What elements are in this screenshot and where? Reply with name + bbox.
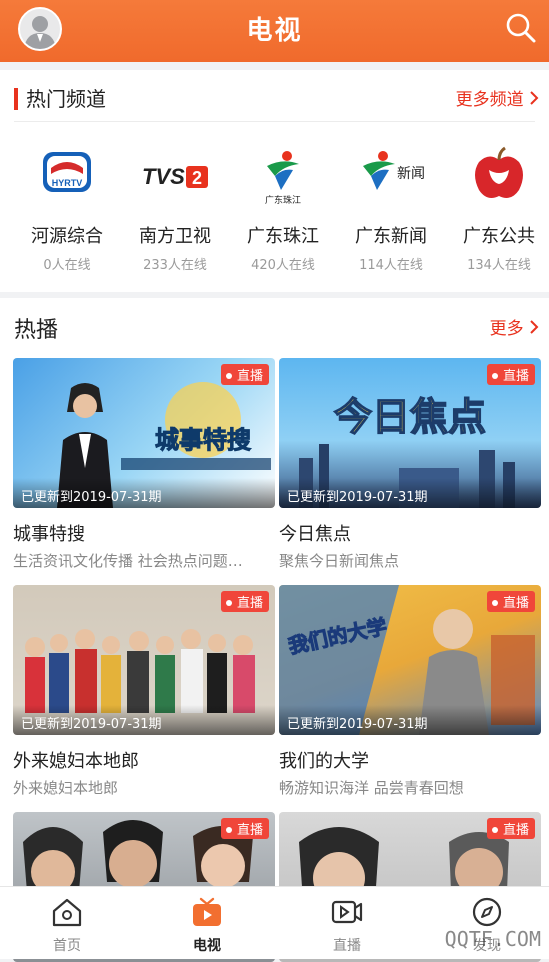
search-button[interactable] xyxy=(505,12,537,44)
svg-text:新闻: 新闻 xyxy=(397,166,425,182)
page-title: 电视 xyxy=(246,16,303,46)
tab-home[interactable]: 首页 xyxy=(17,895,117,955)
channel-name: 广东珠江 xyxy=(247,226,319,247)
hot-channels-card: 热门频道 更多频道 HYRTV 河源综合 0人在线 TVS 2 南方卫视 233… xyxy=(0,70,549,292)
live-badge: 直播 xyxy=(486,591,535,612)
channel-viewers: 0人在线 xyxy=(43,258,91,273)
channel-name: 南方卫视 xyxy=(139,226,211,247)
live-dot-icon xyxy=(491,600,498,606)
tv-icon xyxy=(190,895,224,929)
tab-live[interactable]: 直播 xyxy=(297,895,397,955)
tvs2-logo-icon: TVS 2 xyxy=(142,146,208,206)
search-icon xyxy=(506,13,536,43)
live-dot-icon xyxy=(225,373,232,379)
gdtv-news-logo-icon: 新闻 xyxy=(361,146,425,206)
channel-name: 河源综合 xyxy=(31,226,103,247)
apple-logo-icon xyxy=(469,146,529,206)
divider xyxy=(14,121,535,122)
program-card-waili[interactable]: 直播 已更新到2019-07-31期 外来媳妇本地郎 外来媳妇本地郎 xyxy=(13,585,275,798)
channel-viewers: 420人在线 xyxy=(251,258,315,273)
program-thumbnail: 城事特搜 直播 已更新到2019-07-31期 xyxy=(13,358,275,508)
live-dot-icon xyxy=(225,600,232,606)
program-desc: 生活资讯文化传播 社会热点问题… xyxy=(13,552,243,570)
program-title: 我们的大学 xyxy=(279,751,369,772)
live-badge: 直播 xyxy=(220,591,269,612)
bottom-tab-bar: 首页 电视 直播 发现 QQTF.COM xyxy=(0,886,549,959)
hot-channels-title: 热门频道 xyxy=(26,87,106,111)
program-title: 今日焦点 xyxy=(279,524,351,545)
hot-programs-title: 热播 xyxy=(14,318,59,343)
more-programs-link[interactable]: 更多 xyxy=(490,314,539,339)
update-status: 已更新到2019-07-31期 xyxy=(279,478,541,508)
program-thumbnail: 今日焦点 直播 已更新到2019-07-31期 xyxy=(279,358,541,508)
live-dot-icon xyxy=(491,373,498,379)
more-programs-label: 更多 xyxy=(489,319,524,339)
program-thumbnail: 我们的大学 直播 已更新到2019-07-31期 xyxy=(279,585,541,735)
svg-text:今日焦点: 今日焦点 xyxy=(334,395,486,439)
program-thumbnail: 直播 已更新到2019-07-31期 xyxy=(13,585,275,735)
update-status: 已更新到2019-07-31期 xyxy=(13,705,275,735)
live-badge: 直播 xyxy=(486,818,535,839)
svg-text:TVS: TVS xyxy=(142,164,185,189)
update-status: 已更新到2019-07-31期 xyxy=(13,478,275,508)
channel-item-nanfang[interactable]: TVS 2 南方卫视 233人在线 xyxy=(122,146,228,273)
chevron-right-icon xyxy=(530,91,539,105)
program-desc: 外来媳妇本地郎 xyxy=(13,779,119,797)
program-desc: 畅游知识海洋 品尝青春回想 xyxy=(279,779,464,797)
update-status: 已更新到2019-07-31期 xyxy=(279,705,541,735)
live-dot-icon xyxy=(491,827,498,833)
channel-name: 广东新闻 xyxy=(355,226,427,247)
channel-viewers: 114人在线 xyxy=(359,258,423,273)
program-desc: 聚焦今日新闻焦点 xyxy=(279,552,400,570)
svg-text:广东珠江: 广东珠江 xyxy=(265,194,301,206)
watermark: QQTF.COM xyxy=(444,927,541,951)
more-channels-label: 更多频道 xyxy=(455,90,524,110)
more-channels-link[interactable]: 更多频道 xyxy=(456,85,539,110)
svg-text:HYRTV: HYRTV xyxy=(52,178,83,188)
video-icon xyxy=(330,895,364,929)
channel-item-heyuan[interactable]: HYRTV 河源综合 0人在线 xyxy=(14,146,120,273)
svg-text:2: 2 xyxy=(192,168,202,188)
channel-item-gonggong[interactable]: 广东公共 134人在线 xyxy=(446,146,549,273)
chevron-right-icon xyxy=(530,320,539,334)
hot-channels-header: 热门频道 更多频道 xyxy=(0,70,549,122)
top-bar: 电视 xyxy=(0,0,549,62)
channel-name: 广东公共 xyxy=(463,226,535,247)
tab-label: 直播 xyxy=(333,938,361,954)
tab-label: 电视 xyxy=(193,938,221,954)
program-card-jinri[interactable]: 今日焦点 直播 已更新到2019-07-31期 今日焦点 聚焦今日新闻焦点 xyxy=(279,358,541,571)
hyrtv-logo-icon: HYRTV xyxy=(37,146,97,206)
hot-programs-card: 热播 更多 城事特搜 直播 已更新到2019-07-31期 城事特搜 生活资讯文… xyxy=(0,298,549,962)
program-card-daxue[interactable]: 我们的大学 直播 已更新到2019-07-31期 我们的大学 畅游知识海洋 品尝… xyxy=(279,585,541,798)
tab-label: 首页 xyxy=(53,938,81,954)
live-badge: 直播 xyxy=(486,364,535,385)
channel-item-xinwen[interactable]: 新闻 广东新闻 114人在线 xyxy=(338,146,444,273)
live-dot-icon xyxy=(225,827,232,833)
home-icon xyxy=(50,895,84,929)
program-title: 城事特搜 xyxy=(13,524,85,545)
program-title: 外来媳妇本地郎 xyxy=(13,751,139,772)
tab-tv[interactable]: 电视 xyxy=(157,895,257,955)
gdtv-zhujiang-logo-icon: 广东珠江 xyxy=(253,146,313,206)
live-badge: 直播 xyxy=(220,818,269,839)
compass-icon xyxy=(470,895,504,929)
channel-viewers: 233人在线 xyxy=(143,258,207,273)
program-card-chengshi[interactable]: 城事特搜 直播 已更新到2019-07-31期 城事特搜 生活资讯文化传播 社会… xyxy=(13,358,275,571)
channel-viewers: 134人在线 xyxy=(467,258,531,273)
live-badge: 直播 xyxy=(220,364,269,385)
channel-item-zhujiang[interactable]: 广东珠江 广东珠江 420人在线 xyxy=(230,146,336,273)
svg-text:城事特搜: 城事特搜 xyxy=(155,426,251,454)
section-accent-bar xyxy=(14,88,18,110)
